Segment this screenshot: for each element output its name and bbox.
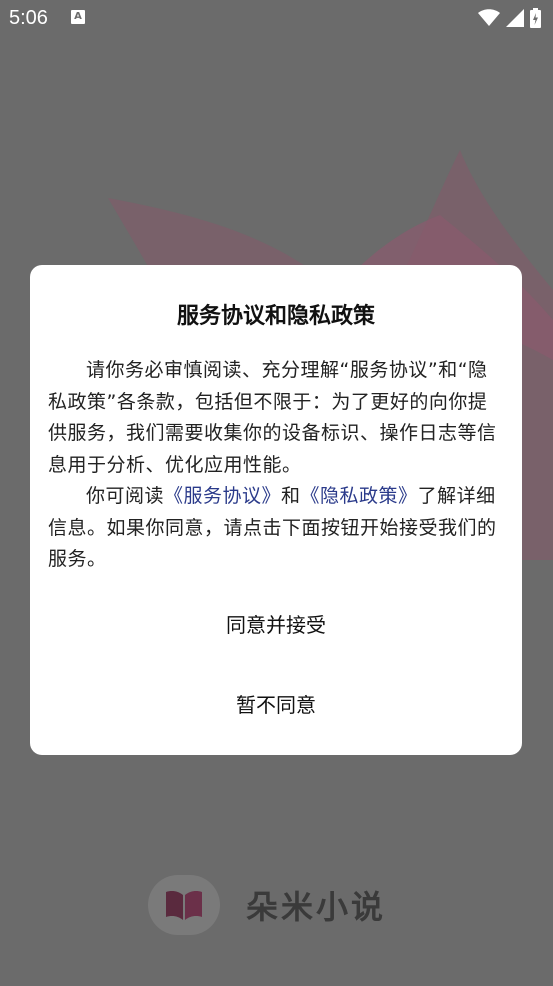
agree-button[interactable]: 同意并接受 [30,608,522,642]
paragraph-2-prefix: 你可阅读 [86,485,165,507]
brand-footer: 朵米小说 [148,875,386,935]
service-agreement-link[interactable]: 《服务协议》 [164,485,281,507]
dialog-title: 服务协议和隐私政策 [176,304,375,329]
open-book-icon [166,891,202,920]
app-name: 朵米小说 [246,888,387,926]
app-logo [148,875,220,935]
paragraph-2-and: 和 [281,485,301,507]
dialog-body: 请你务必审慎阅读、充分理解“服务协议”和“隐私政策”各条款，包括但不限于：为了更… [48,355,504,576]
wifi-icon [478,9,500,26]
a-letter-icon: A [71,10,85,24]
decline-button[interactable]: 暂不同意 [30,688,522,722]
status-icons [478,8,541,28]
dialog-paragraph-1: 请你务必审慎阅读、充分理解“服务协议”和“隐私政策”各条款，包括但不限于：为了更… [48,359,497,476]
privacy-policy-link[interactable]: 《隐私政策》 [301,485,418,507]
status-time: 5:06 [9,7,48,29]
signal-icon [506,9,524,27]
status-bar: 5:06 A [0,0,553,36]
privacy-dialog: 服务协议和隐私政策 请你务必审慎阅读、充分理解“服务协议”和“隐私政策”各条款，… [30,265,522,755]
dialog-paragraph-2: 你可阅读《服务协议》和《隐私政策》了解详细信息。如果你同意，请点击下面按钮开始接… [48,481,504,576]
battery-charging-icon [530,8,541,28]
